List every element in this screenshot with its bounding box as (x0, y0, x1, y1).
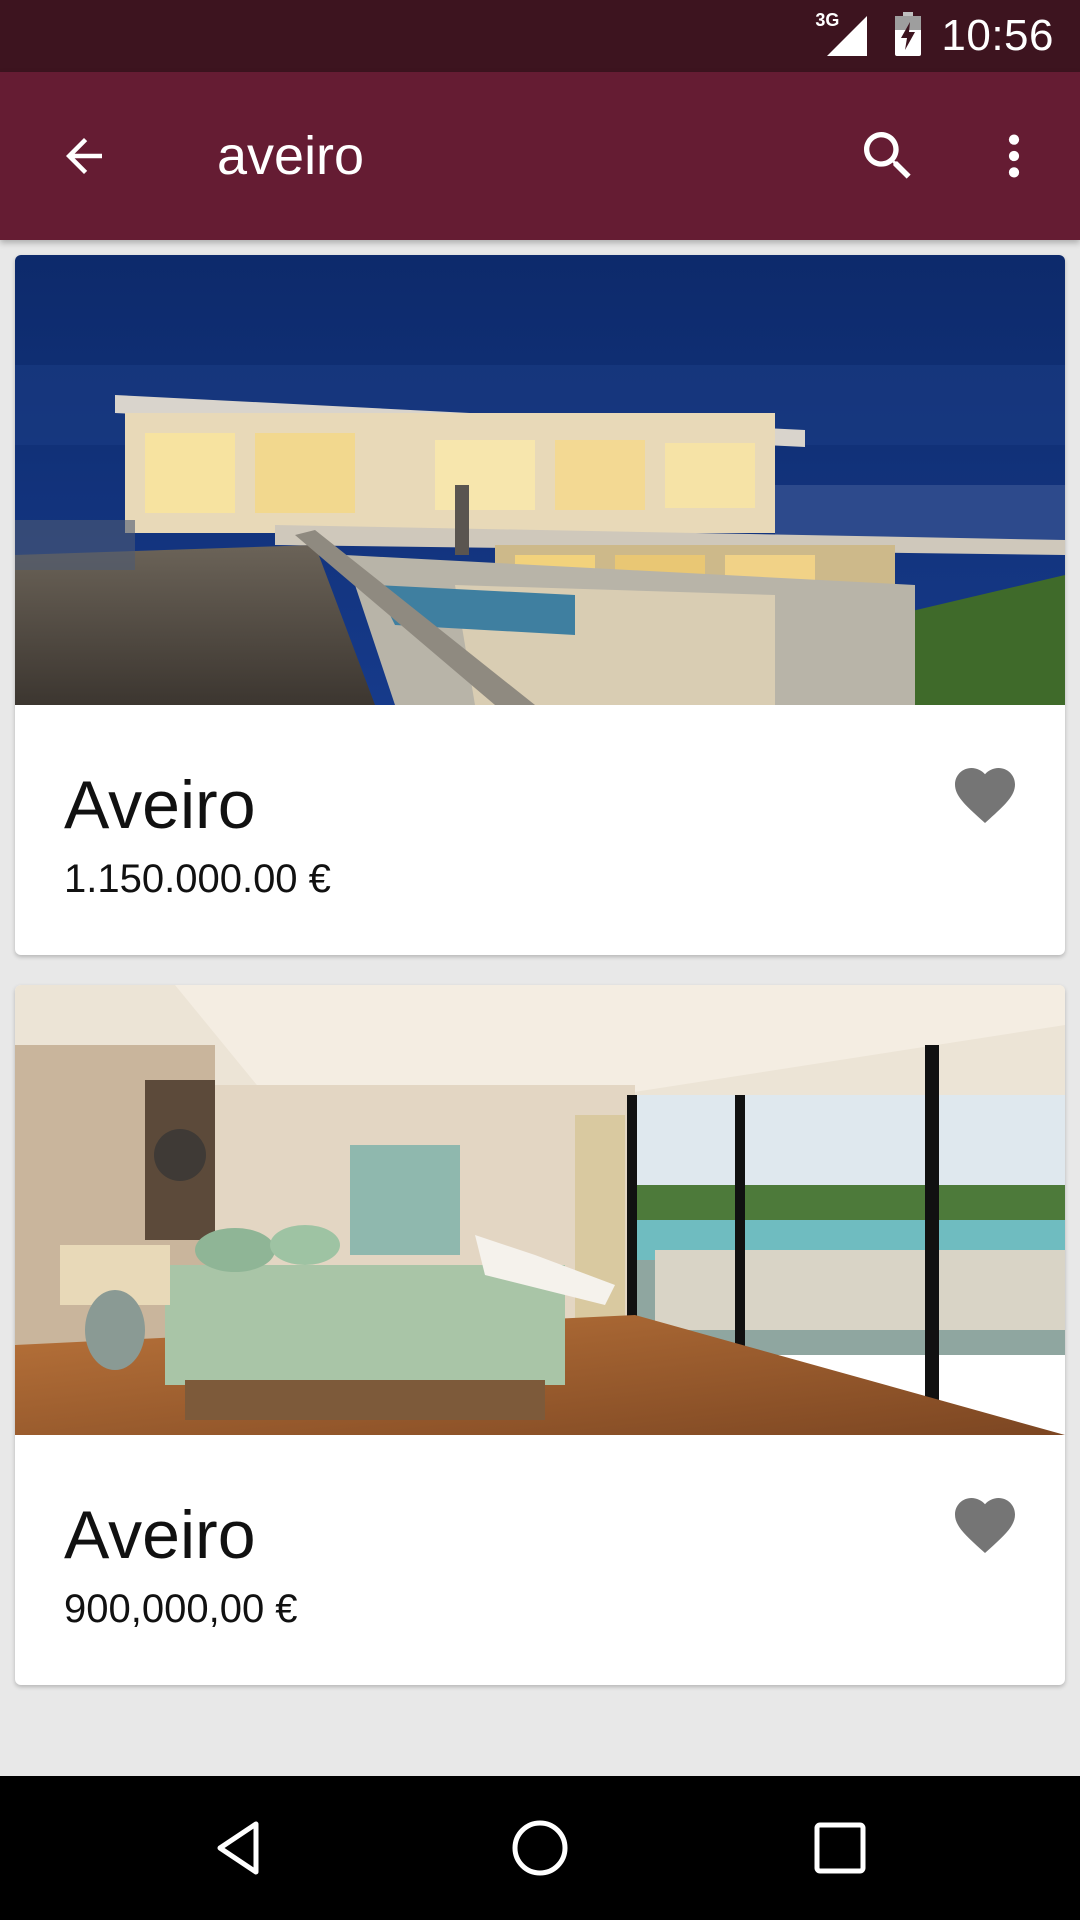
nav-home-button[interactable] (480, 1800, 600, 1896)
more-options-button[interactable] (972, 114, 1056, 198)
nav-recents-button[interactable] (780, 1800, 900, 1896)
system-nav-bar (0, 1776, 1080, 1920)
bedroom-interior-photo (15, 985, 1065, 1435)
listing-title: Aveiro (64, 767, 256, 843)
nav-recents-icon (814, 1822, 866, 1874)
favorite-button[interactable] (945, 755, 1025, 835)
listing-card-body: Aveiro 900,000,00 € (15, 1435, 1065, 1685)
listing-price: 900,000,00 € (64, 1587, 298, 1631)
listing-card[interactable]: Aveiro 900,000,00 € (15, 985, 1065, 1685)
network-type-label: 3G (815, 10, 840, 30)
app-bar: aveiro (0, 72, 1080, 240)
listing-card-body: Aveiro 1.150.000.00 € (15, 705, 1065, 955)
nav-back-button[interactable] (180, 1800, 300, 1896)
battery-charging-icon (893, 10, 923, 63)
nav-back-icon (217, 1821, 259, 1875)
nav-home-icon (512, 1820, 568, 1876)
modern-house-night-photo (15, 255, 1065, 705)
heart-icon (955, 1498, 1015, 1554)
listing-price: 1.150.000.00 € (64, 857, 331, 901)
search-button[interactable] (846, 114, 930, 198)
status-bar: 3G 10:56 (0, 0, 1080, 72)
heart-icon (955, 768, 1015, 824)
signal-icon: 3G (815, 10, 875, 60)
status-time: 10:56 (941, 11, 1054, 60)
listing-title: Aveiro (64, 1497, 256, 1573)
back-button[interactable] (42, 114, 126, 198)
favorite-button[interactable] (945, 1485, 1025, 1565)
status-icons: 3G 10:56 (815, 0, 1054, 72)
more-vert-icon (1008, 134, 1020, 178)
back-arrow-icon (66, 138, 102, 174)
page-title: aveiro (217, 126, 365, 186)
listing-card[interactable]: Aveiro 1.150.000.00 € (15, 255, 1065, 955)
search-icon (864, 132, 911, 179)
